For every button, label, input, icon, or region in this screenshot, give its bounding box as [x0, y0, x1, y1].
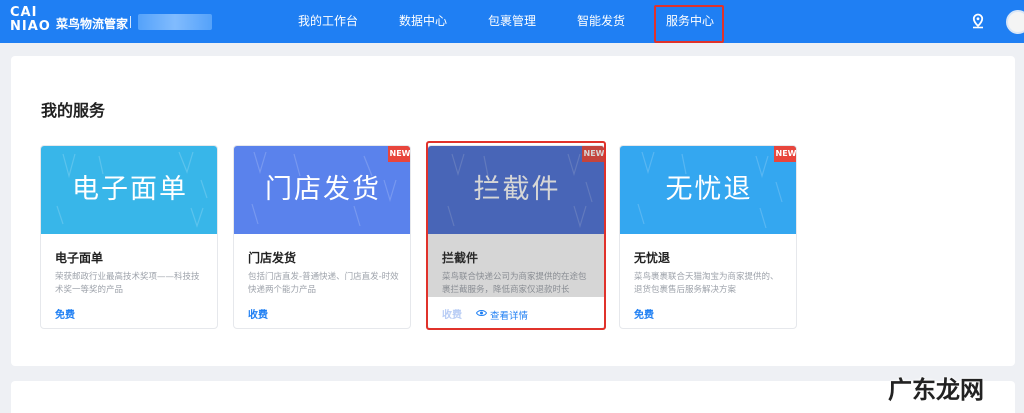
secondary-panel — [11, 381, 1015, 413]
card-banner: 门店发货 NEW — [234, 146, 410, 234]
service-card-electronic-waybill[interactable]: 电子面单 电子面单 荣获邮政行业最高技术奖项——科技技术奖一等奖的产品 免费 — [40, 145, 218, 329]
user-avatar[interactable] — [1006, 10, 1024, 34]
nav-workbench[interactable]: 我的工作台 — [298, 0, 358, 43]
card-title: 门店发货 — [248, 251, 297, 265]
card-banner-text: 门店发货 — [265, 174, 381, 205]
logo-line-1: CAI — [10, 5, 38, 20]
service-card-worry-free-return[interactable]: 无忧退 NEW 无忧退 菜鸟裹裹联合天猫淘宝为商家提供的、退货包裹售后服务解决方… — [619, 145, 797, 329]
logo-line-2: NIAO — [10, 19, 51, 34]
watermark-text: 广东龙网 — [888, 375, 984, 404]
card-description: 菜鸟裹裹联合天猫淘宝为商家提供的、退货包裹售后服务解决方案 — [634, 272, 779, 295]
brand-divider — [130, 16, 131, 28]
new-badge: NEW — [388, 146, 410, 162]
nav-package-management[interactable]: 包裹管理 — [488, 0, 536, 43]
card-title: 无忧退 — [634, 251, 671, 265]
card-description: 包括门店直发-普通快递、门店直发-时效快递两个能力产品 — [248, 272, 399, 295]
blurred-account-name — [138, 14, 212, 30]
card-banner: 电子面单 — [41, 146, 217, 234]
card-title: 电子面单 — [55, 251, 104, 265]
nav-smart-shipping[interactable]: 智能发货 — [577, 0, 625, 43]
brand-name: 菜鸟物流管家 — [56, 17, 129, 31]
service-card-store-shipping[interactable]: 门店发货 NEW 门店发货 包括门店直发-普通快递、门店直发-时效快递两个能力产… — [233, 145, 411, 329]
card-price: 免费 — [55, 310, 75, 321]
section-title: 我的服务 — [41, 101, 106, 120]
cainiao-logo[interactable]: CAI NIAO — [10, 6, 52, 34]
card-banner: 无忧退 NEW — [620, 146, 796, 234]
new-badge: NEW — [774, 146, 796, 162]
location-pin-icon[interactable] — [970, 13, 986, 29]
card-price: 收费 — [248, 310, 268, 321]
nav-active-highlight — [654, 5, 724, 43]
card-banner-text: 电子面单 — [72, 174, 188, 205]
nav-data-center[interactable]: 数据中心 — [399, 0, 447, 43]
top-navigation-bar: CAI NIAO 菜鸟物流管家 我的工作台 数据中心 包裹管理 智能发货 服务中… — [0, 0, 1024, 43]
card-banner-text: 无忧退 — [665, 174, 753, 205]
hovered-card-highlight — [426, 141, 606, 330]
card-description: 荣获邮政行业最高技术奖项——科技技术奖一等奖的产品 — [55, 272, 200, 295]
card-price: 免费 — [634, 310, 654, 321]
